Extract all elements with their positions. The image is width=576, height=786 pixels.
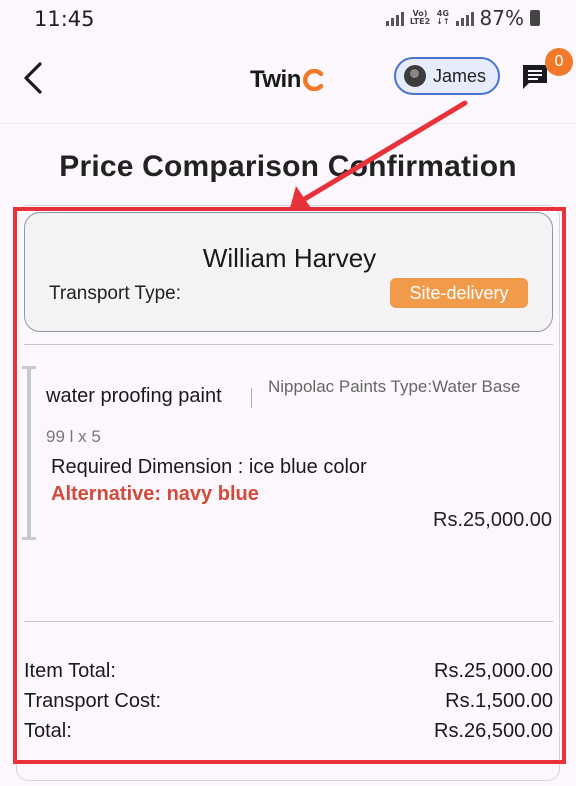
signal-icon bbox=[385, 10, 404, 26]
status-time: 11:45 bbox=[34, 7, 95, 31]
supplier-card: William Harvey Transport Type: Site-deli… bbox=[24, 212, 553, 332]
item-total-value: Rs.25,000.00 bbox=[434, 659, 553, 682]
item-bracket bbox=[22, 366, 36, 540]
app-bar: Twin James 0 bbox=[0, 40, 576, 124]
logo-text: Twin bbox=[250, 66, 301, 93]
transport-type-badge: Site-delivery bbox=[390, 278, 528, 308]
status-bar: 11:45 Vo) LTE2 4G ↓↑ 87% bbox=[0, 0, 576, 40]
chat-badge: 0 bbox=[545, 48, 573, 76]
battery-percent: 87% bbox=[479, 6, 524, 30]
app-logo: Twin bbox=[250, 62, 325, 98]
transport-cost-row: Transport Cost: Rs.1,500.00 bbox=[24, 686, 553, 716]
signal-icon-2 bbox=[455, 10, 474, 26]
transport-cost-label: Transport Cost: bbox=[24, 689, 162, 712]
item-brand-type: Nippolac Paints Type:Water Base bbox=[268, 377, 521, 396]
user-name: James bbox=[433, 65, 487, 86]
divider bbox=[24, 621, 553, 622]
item-total-label: Item Total: bbox=[24, 659, 116, 682]
grand-total-value: Rs.26,500.00 bbox=[434, 719, 553, 742]
logo-c-icon bbox=[302, 69, 324, 91]
battery-icon bbox=[530, 10, 540, 26]
item-separator bbox=[251, 388, 252, 408]
transport-cost-value: Rs.1,500.00 bbox=[445, 689, 553, 712]
avatar bbox=[404, 65, 426, 87]
page-title: Price Comparison Confirmation bbox=[59, 150, 517, 183]
item-required-dimension: Required Dimension : ice blue color bbox=[51, 456, 367, 478]
totals-section: Item Total: Rs.25,000.00 Transport Cost:… bbox=[24, 656, 553, 746]
supplier-name: William Harvey bbox=[202, 243, 377, 273]
item-name: water proofing paint bbox=[46, 385, 222, 407]
volte-icon: Vo) LTE2 bbox=[409, 9, 431, 26]
grand-total-label: Total: bbox=[24, 719, 72, 742]
back-arrow-icon bbox=[24, 62, 42, 94]
divider bbox=[24, 344, 553, 345]
data-4g-icon: 4G ↓↑ bbox=[436, 9, 450, 26]
transport-type-label: Transport Type: bbox=[49, 283, 182, 304]
item-quantity: 99 l x 5 bbox=[46, 427, 101, 446]
item-total-row: Item Total: Rs.25,000.00 bbox=[24, 656, 553, 686]
back-button[interactable] bbox=[18, 58, 50, 98]
status-icons: Vo) LTE2 4G ↓↑ 87% bbox=[385, 6, 540, 30]
item-price: Rs.25,000.00 bbox=[433, 509, 552, 531]
grand-total-row: Total: Rs.26,500.00 bbox=[24, 716, 553, 746]
user-chip[interactable]: James bbox=[394, 57, 500, 95]
item-alternative: Alternative: navy blue bbox=[51, 483, 259, 505]
